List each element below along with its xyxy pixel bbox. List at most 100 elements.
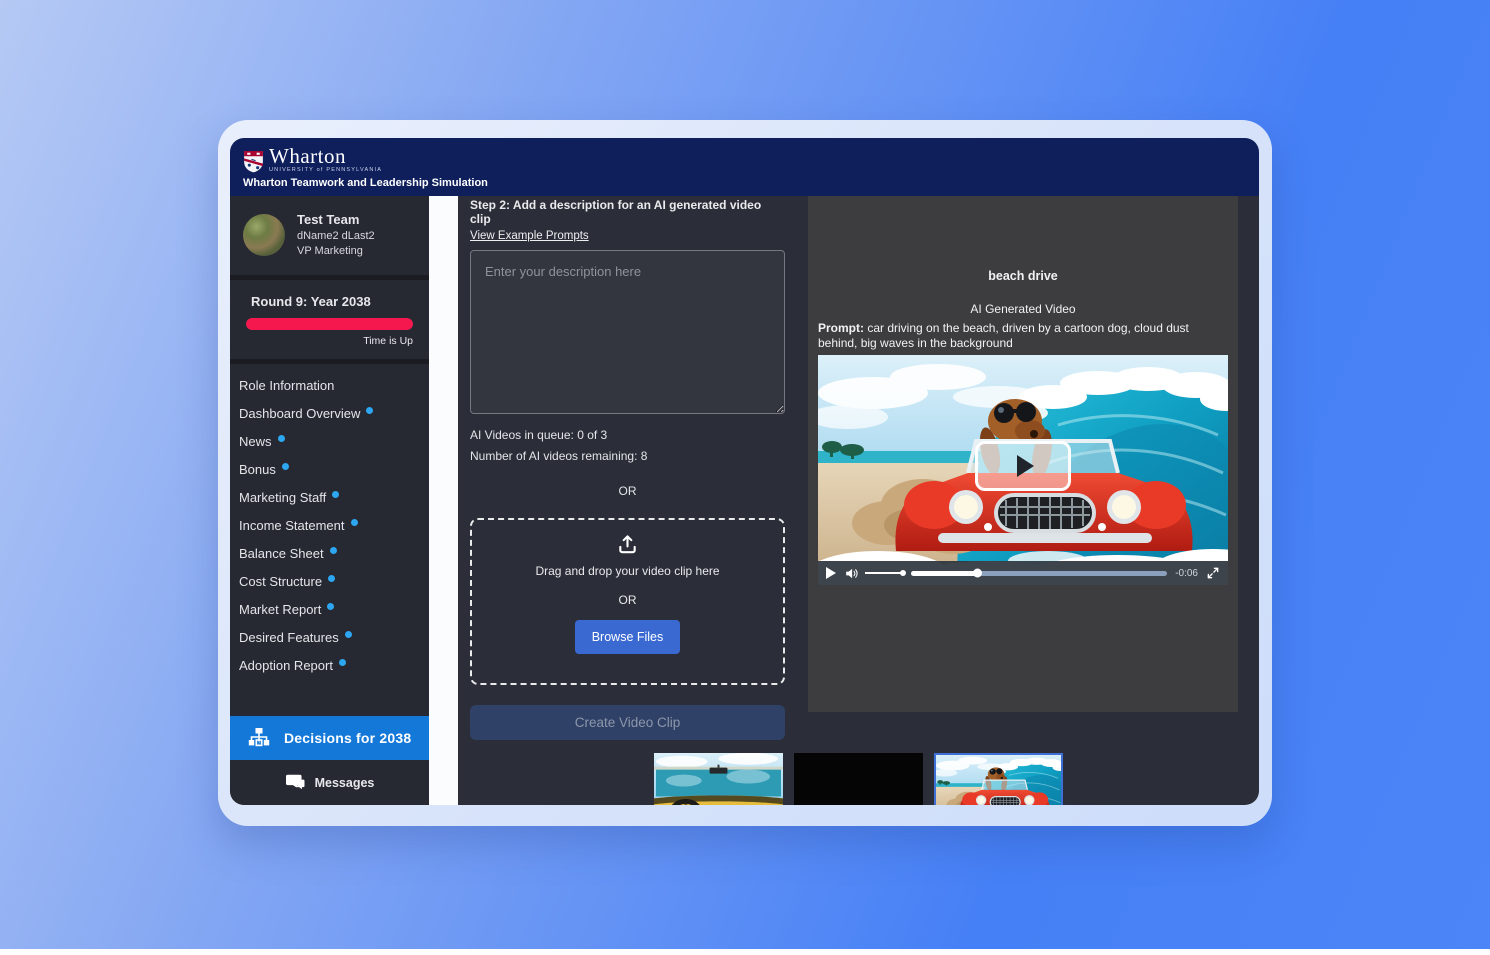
sidebar-menu: Role Information Dashboard Overview News… bbox=[230, 364, 429, 680]
step-title: Step 2: Add a description for an AI gene… bbox=[470, 198, 785, 226]
decisions-label: Decisions for 2038 bbox=[284, 730, 411, 746]
menu-label: Marketing Staff bbox=[239, 490, 326, 505]
yellow-car-thumbnail-image bbox=[654, 753, 783, 805]
queue-status: AI Videos in queue: 0 of 3 bbox=[470, 428, 785, 442]
team-name: Test Team bbox=[297, 212, 375, 227]
description-input[interactable] bbox=[470, 250, 785, 414]
notification-dot bbox=[282, 463, 289, 470]
messages-label: Messages bbox=[315, 776, 375, 790]
round-progress-track bbox=[246, 318, 413, 330]
notification-dot bbox=[366, 407, 373, 414]
messages-button[interactable]: Messages bbox=[230, 760, 429, 805]
view-example-prompts-link[interactable]: View Example Prompts bbox=[470, 230, 589, 242]
thumbnail-beach-drive-clip[interactable] bbox=[934, 753, 1063, 805]
seek-fill bbox=[911, 571, 978, 576]
sidebar: Test Team dName2 dLast2 VP Marketing Rou… bbox=[230, 196, 429, 805]
browse-files-button[interactable]: Browse Files bbox=[575, 620, 681, 654]
clip-title: beach drive bbox=[988, 269, 1057, 283]
sidebar-item-income-statement[interactable]: Income Statement bbox=[230, 512, 429, 540]
dropzone-or-divider: OR bbox=[619, 593, 637, 607]
time-remaining: -0:06 bbox=[1175, 568, 1198, 579]
notification-dot bbox=[332, 491, 339, 498]
clip-prompt: Prompt: car driving on the beach, driven… bbox=[818, 321, 1228, 351]
clip-subtitle: AI Generated Video bbox=[970, 302, 1075, 316]
video-controls: -0:06 bbox=[818, 561, 1228, 585]
beach-drive-thumbnail-image bbox=[936, 755, 1061, 805]
sidebar-item-balance-sheet[interactable]: Balance Sheet bbox=[230, 540, 429, 568]
sidebar-item-desired-features[interactable]: Desired Features bbox=[230, 624, 429, 652]
main-content: Step 2: Add a description for an AI gene… bbox=[458, 196, 1259, 805]
prompt-text: car driving on the beach, driven by a ca… bbox=[818, 321, 1189, 350]
video-preview-panel: beach drive AI Generated Video Prompt: c… bbox=[808, 196, 1238, 712]
notification-dot bbox=[330, 547, 337, 554]
video-dropzone[interactable]: Drag and drop your video clip here OR Br… bbox=[470, 518, 785, 685]
menu-label: News bbox=[239, 434, 272, 449]
page-bottom-strip bbox=[0, 949, 1490, 955]
team-member: dName2 dLast2 bbox=[297, 230, 375, 242]
menu-label: Dashboard Overview bbox=[239, 406, 360, 421]
volume-control bbox=[844, 566, 903, 581]
wharton-logo: Wharton UNIVERSITY of PENNSYLVANIA bbox=[243, 146, 1259, 174]
fullscreen-icon[interactable] bbox=[1206, 566, 1220, 580]
decision-tree-icon: ? bbox=[247, 726, 271, 750]
play-icon bbox=[1017, 455, 1034, 477]
app-header: Wharton UNIVERSITY of PENNSYLVANIA Whart… bbox=[230, 138, 1259, 196]
sidebar-item-bonus[interactable]: Bonus bbox=[230, 456, 429, 484]
sidebar-item-cost-structure[interactable]: Cost Structure bbox=[230, 568, 429, 596]
volume-fill bbox=[865, 572, 898, 574]
menu-label: Balance Sheet bbox=[239, 546, 324, 561]
volume-slider[interactable] bbox=[865, 572, 903, 574]
upload-icon bbox=[616, 533, 639, 556]
team-role: VP Marketing bbox=[297, 245, 375, 257]
sidebar-item-market-report[interactable]: Market Report bbox=[230, 596, 429, 624]
menu-label: Role Information bbox=[239, 378, 334, 393]
thumbnail-yellow-car-clip[interactable] bbox=[654, 753, 783, 805]
sidebar-item-marketing-staff[interactable]: Marketing Staff bbox=[230, 484, 429, 512]
decisions-button[interactable]: ? Decisions for 2038 bbox=[230, 716, 429, 760]
chat-bubbles-icon bbox=[285, 773, 306, 792]
seek-bar[interactable] bbox=[911, 571, 1167, 576]
video-form-column: Step 2: Add a description for an AI gene… bbox=[470, 196, 785, 740]
logo-text: Wharton UNIVERSITY of PENNSYLVANIA bbox=[269, 146, 382, 174]
big-play-button[interactable] bbox=[975, 441, 1071, 491]
logo-title: Wharton bbox=[269, 146, 382, 167]
notification-dot bbox=[328, 575, 335, 582]
clip-thumbnails bbox=[458, 753, 1259, 805]
notification-dot bbox=[351, 519, 358, 526]
notification-dot bbox=[345, 631, 352, 638]
round-section: Round 9: Year 2038 Time is Up bbox=[230, 280, 429, 359]
round-title: Round 9: Year 2038 bbox=[246, 294, 413, 309]
create-video-clip-button[interactable]: Create Video Clip bbox=[470, 705, 785, 740]
team-card: Test Team dName2 dLast2 VP Marketing bbox=[230, 196, 429, 275]
team-info: Test Team dName2 dLast2 VP Marketing bbox=[297, 212, 375, 257]
menu-label: Desired Features bbox=[239, 630, 339, 645]
round-progress-fill bbox=[246, 318, 413, 330]
app-window: Wharton UNIVERSITY of PENNSYLVANIA Whart… bbox=[230, 138, 1259, 805]
sidebar-item-news[interactable]: News bbox=[230, 428, 429, 456]
menu-label: Market Report bbox=[239, 602, 321, 617]
play-button[interactable] bbox=[826, 567, 836, 579]
volume-thumb[interactable] bbox=[900, 570, 906, 576]
sidebar-item-dashboard-overview[interactable]: Dashboard Overview bbox=[230, 400, 429, 428]
menu-label: Income Statement bbox=[239, 518, 345, 533]
sidebar-item-adoption-report[interactable]: Adoption Report bbox=[230, 652, 429, 680]
notification-dot bbox=[339, 659, 346, 666]
menu-label: Cost Structure bbox=[239, 574, 322, 589]
or-divider: OR bbox=[470, 484, 785, 498]
scroll-gutter[interactable] bbox=[429, 196, 458, 805]
notification-dot bbox=[278, 435, 285, 442]
sidebar-item-role-information[interactable]: Role Information bbox=[230, 372, 429, 400]
volume-icon[interactable] bbox=[844, 566, 859, 581]
menu-label: Bonus bbox=[239, 462, 276, 477]
dropzone-instruction: Drag and drop your video clip here bbox=[535, 564, 719, 578]
app-title: Wharton Teamwork and Leadership Simulati… bbox=[243, 177, 1259, 189]
svg-text:?: ? bbox=[258, 741, 261, 747]
team-avatar bbox=[243, 214, 285, 256]
video-player[interactable]: -0:06 bbox=[818, 355, 1228, 585]
penn-shield-icon bbox=[243, 150, 264, 174]
round-status: Time is Up bbox=[246, 335, 413, 347]
thumbnail-black-clip[interactable] bbox=[794, 753, 923, 805]
prompt-label: Prompt: bbox=[818, 321, 864, 335]
menu-label: Adoption Report bbox=[239, 658, 333, 673]
videos-remaining: Number of AI videos remaining: 8 bbox=[470, 449, 785, 463]
